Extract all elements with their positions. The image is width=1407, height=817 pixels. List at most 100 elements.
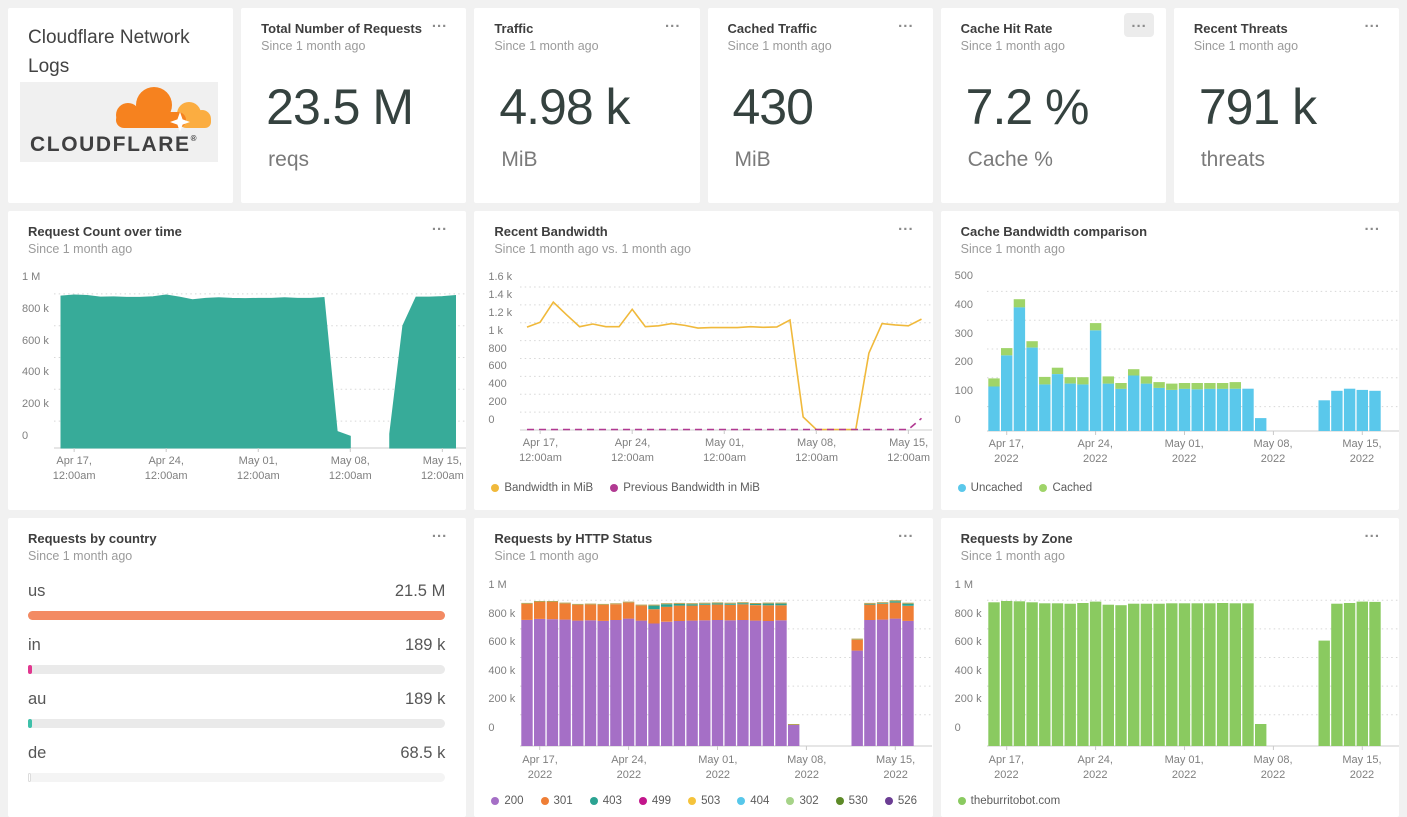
chart-cache-bandwidth[interactable]: 500 400 300 200 100 0 Apr 17, 2022 Apr 24, 2022 Ma… xyxy=(941,211,1399,510)
chart-row-1: Request Count over time Since 1 month ag… xyxy=(8,211,1399,510)
stat-subtitle: Since 1 month ago xyxy=(960,39,1065,53)
chart-http-status[interactable]: 1 M 800 k 600 k 400 k 200 k 0 Apr 17, 2022 Apr 2… xyxy=(474,518,933,817)
chart-requests-by-zone[interactable]: 1 M 800 k 600 k 400 k 200 k 0 Apr 17, 2022 Apr 2… xyxy=(941,518,1399,817)
panel-menu-icon[interactable]: ... xyxy=(658,13,688,37)
legend-item[interactable]: 302 xyxy=(786,795,819,807)
x-axis-label: May 08, 12:00am xyxy=(328,455,372,482)
legend-item[interactable]: theburritobot.com xyxy=(957,795,1061,807)
legend-item[interactable]: Bandwidth in MiB xyxy=(491,482,593,494)
x-axis-label: Apr 24, 12:00am xyxy=(611,437,654,464)
country-bar-track xyxy=(28,773,446,782)
legend-dot-icon xyxy=(1039,484,1048,492)
legend-label: theburritobot.com xyxy=(970,795,1061,807)
y-axis-label: 400 k xyxy=(954,664,982,677)
country-bar-fill xyxy=(28,773,31,782)
country-label: us xyxy=(28,582,46,600)
panel-subtitle: Since 1 month ago xyxy=(28,549,133,563)
chart-recent-bandwidth[interactable]: 1.6 k 1.4 k 1.2 k 1 k 800 600 400 200 0 Apr 17, 12… xyxy=(474,211,933,510)
country-bar-fill xyxy=(28,719,32,728)
stat-unit: reqs xyxy=(268,148,310,171)
y-axis-label: 1 M xyxy=(22,271,41,283)
stat-card-recent-threats: Recent Threats Since 1 month ago ... 791… xyxy=(1173,8,1399,203)
chart-legend: Bandwidth in MiB Previous Bandwidth in Mi… xyxy=(491,482,760,494)
legend-label: 526 xyxy=(897,795,918,807)
chart-legend: Uncached Cached xyxy=(957,482,1092,494)
plot-area xyxy=(986,599,1399,750)
y-axis-label: 0 xyxy=(954,414,961,426)
legend-item[interactable]: 403 xyxy=(589,795,622,807)
y-axis-label: 600 k xyxy=(954,636,982,649)
panel-menu-icon[interactable]: ... xyxy=(891,13,921,37)
stat-value: 791 k xyxy=(1198,79,1317,135)
legend-item[interactable]: 503 xyxy=(688,795,720,807)
x-axis-label: Apr 24, 12:00am xyxy=(144,455,188,482)
x-axis-label: May 01, 12:00am xyxy=(703,437,746,464)
legend-item[interactable]: Cached xyxy=(1039,482,1092,494)
y-axis-label: 200 k xyxy=(488,693,516,706)
x-axis-label: May 08, 2022 xyxy=(1253,438,1293,465)
stat-unit: Cache % xyxy=(967,148,1053,171)
stat-card-total-requests: Total Number of Requests Since 1 month a… xyxy=(241,8,467,203)
chart-request-count[interactable]: 1 M 800 k 600 k 400 k 200 k 0 Apr 17, 12:00am Ap… xyxy=(8,211,466,510)
country-bar-track xyxy=(28,611,446,620)
y-axis-label: 100 xyxy=(954,385,974,398)
y-axis-label: 800 k xyxy=(488,607,516,620)
stat-row: Cloudflare Network Logs CLOUDFLARE® Tota… xyxy=(8,8,1399,203)
legend-item[interactable]: Previous Bandwidth in MiB xyxy=(610,482,760,494)
x-axis-label: Apr 17, 12:00am xyxy=(519,437,562,464)
chart-legend: 200301403499503404302530526524 xyxy=(491,795,932,807)
legend-dot-icon xyxy=(491,797,500,805)
y-axis-label: 300 xyxy=(954,327,974,340)
y-axis-label: 1 k xyxy=(488,324,504,337)
y-axis-label: 800 k xyxy=(22,302,49,315)
stat-title: Cache Hit Rate xyxy=(960,21,1053,36)
stat-card-traffic: Traffic Since 1 month ago ... 4.98 k MiB xyxy=(474,8,700,203)
stat-value: 430 xyxy=(732,79,814,135)
panel-menu-icon[interactable]: ... xyxy=(425,13,455,37)
stat-unit: MiB xyxy=(734,148,771,171)
chart-row-2: Requests by country Since 1 month ago ..… xyxy=(8,518,1399,817)
country-row: us 21.5 M xyxy=(28,582,446,620)
stat-card-cached-traffic: Cached Traffic Since 1 month ago ... 430… xyxy=(707,8,933,203)
stat-card-cache-hit-rate: Cache Hit Rate Since 1 month ago ... 7.2… xyxy=(940,8,1166,203)
x-axis-label: May 08, 12:00am xyxy=(795,437,839,464)
x-axis-label: May 01, 12:00am xyxy=(236,455,280,482)
country-row: in 189 k xyxy=(28,636,446,674)
y-axis-label: 0 xyxy=(488,722,495,734)
dashboard: Cloudflare Network Logs CLOUDFLARE® Tota… xyxy=(0,0,1407,817)
country-row: de 68.5 k xyxy=(28,744,446,782)
country-bar-fill xyxy=(28,611,446,620)
x-axis-label: Apr 17, 2022 xyxy=(522,754,558,781)
x-axis-label: Apr 17, 2022 xyxy=(988,754,1025,781)
legend-item[interactable]: 404 xyxy=(737,795,769,807)
country-row-header: us 21.5 M xyxy=(28,582,445,601)
panel-menu-icon[interactable]: ... xyxy=(425,523,455,547)
legend-item[interactable]: Uncached xyxy=(957,482,1022,494)
legend-item[interactable]: 301 xyxy=(540,795,573,807)
legend-item[interactable]: 499 xyxy=(638,795,671,807)
legend-label: 530 xyxy=(848,795,868,807)
dashboard-title: Cloudflare Network Logs xyxy=(28,27,190,77)
panel-recent-bandwidth: Recent Bandwidth Since 1 month ago vs. 1… xyxy=(474,211,933,510)
y-axis-label: 500 xyxy=(954,270,974,282)
panel-menu-icon[interactable]: ... xyxy=(1357,13,1387,37)
legend-item[interactable]: 530 xyxy=(835,795,868,807)
panel-menu-icon[interactable]: ... xyxy=(1124,13,1154,37)
x-axis-label: Apr 17, 12:00am xyxy=(52,455,96,482)
y-axis-label: 1.6 k xyxy=(488,271,513,283)
x-axis-label: Apr 24, 2022 xyxy=(611,754,647,781)
x-axis-label: May 15, 2022 xyxy=(876,754,916,781)
legend-label: Previous Bandwidth in MiB xyxy=(623,482,760,494)
plot-area xyxy=(520,286,933,434)
y-axis-label: 800 k xyxy=(954,607,982,620)
country-row: au 189 k xyxy=(28,690,446,728)
country-label: de xyxy=(28,744,47,762)
stat-value: 7.2 % xyxy=(965,79,1090,135)
legend-dot-icon xyxy=(835,797,844,805)
legend-dot-icon xyxy=(638,797,647,805)
legend-item[interactable]: 200 xyxy=(491,795,524,807)
legend-dot-icon xyxy=(688,797,697,805)
cloudflare-wordmark: CLOUDFLARE® xyxy=(30,133,197,156)
y-axis-label: 800 xyxy=(488,342,507,355)
legend-item[interactable]: 526 xyxy=(884,795,918,807)
